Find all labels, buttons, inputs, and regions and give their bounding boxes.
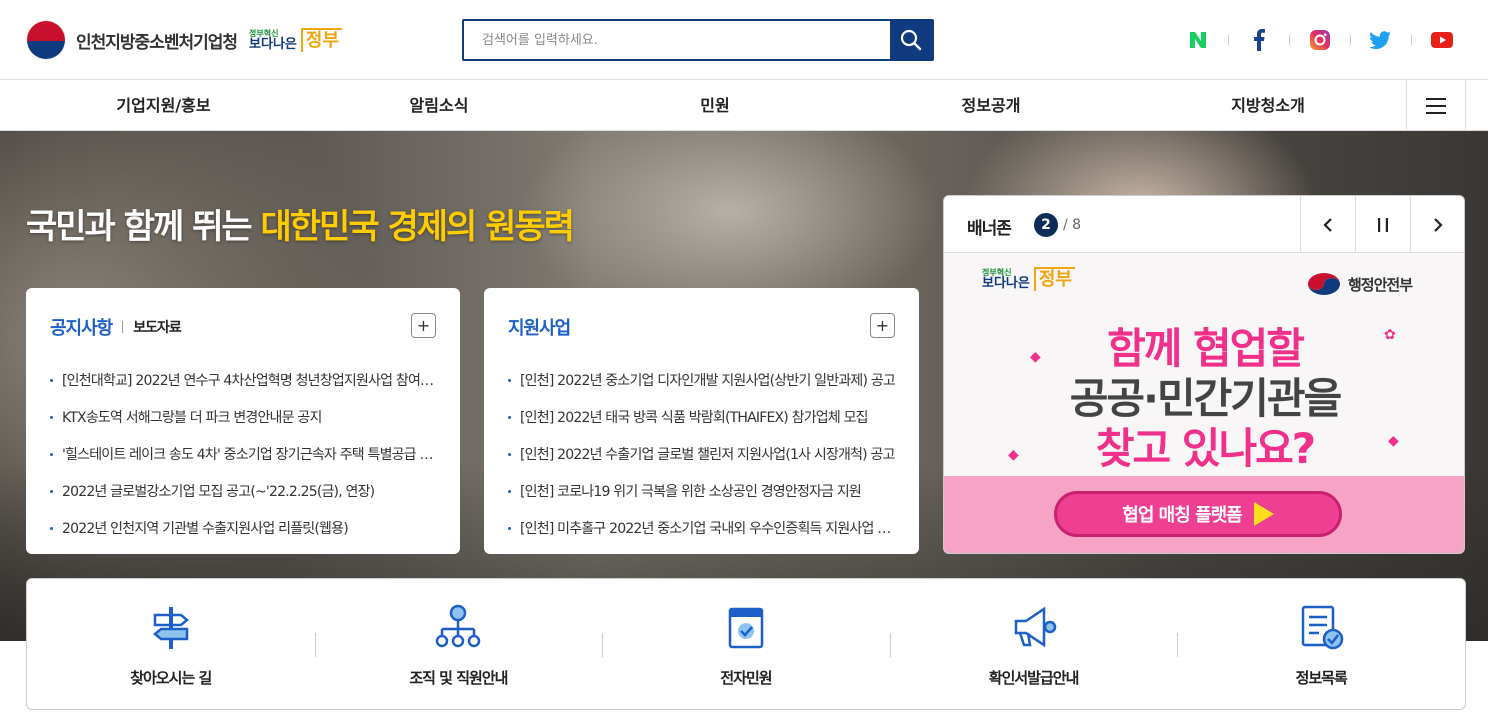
pause-icon bbox=[1378, 217, 1388, 232]
divider bbox=[1411, 35, 1412, 45]
sns-links bbox=[1186, 28, 1454, 52]
hero-title-highlight: 대한민국 경제의 원동력 bbox=[260, 207, 574, 247]
banner-prev-button[interactable] bbox=[1300, 196, 1355, 253]
list-item[interactable]: [인천대학교] 2022년 연수구 4차산업혁명 청년창업지원사업 참여기업 모… bbox=[50, 366, 436, 403]
quick-item-directions[interactable]: 찾아오시는 길 bbox=[27, 579, 315, 709]
banner-zone-title: 배너존 bbox=[967, 219, 1012, 239]
all-menu-button[interactable] bbox=[1406, 80, 1466, 131]
list-item[interactable]: KTX송도역 서해그랑블 더 파크 변경안내문 공지 bbox=[50, 403, 436, 440]
main-navigation: 기업지원/홍보 알림소식 민원 정보공개 지방청소개 bbox=[0, 80, 1488, 131]
nav-item-news[interactable]: 알림소식 bbox=[399, 80, 479, 131]
quick-menu: 찾아오시는 길 조직 및 직원안내 전자민원 확인서발급안내 정보목록 bbox=[26, 578, 1466, 710]
divider bbox=[1289, 35, 1290, 45]
collab-platform-button[interactable]: 협업 매칭 플랫폼 bbox=[1054, 491, 1342, 537]
gov-innovation-plus: 정부 bbox=[300, 28, 343, 52]
list-item[interactable]: [인천] 코로나19 위기 극복을 위한 소상공인 경영안정자금 지원 bbox=[508, 477, 895, 514]
document-check-icon bbox=[722, 603, 770, 651]
twitter-icon[interactable] bbox=[1369, 28, 1393, 52]
nav-item-about[interactable]: 지방청소개 bbox=[1219, 80, 1317, 131]
gov-innovation-badge: 정부혁신 보다나은 bbox=[249, 28, 297, 52]
org-name: 인천지방중소벤처기업청 bbox=[76, 32, 238, 53]
chevron-left-icon bbox=[1323, 217, 1332, 232]
tab-notice[interactable]: 공지사항 bbox=[50, 314, 113, 340]
nav-item-civil-service[interactable]: 민원 bbox=[690, 80, 740, 131]
instagram-icon[interactable] bbox=[1308, 28, 1332, 52]
org-chart-icon bbox=[434, 603, 482, 651]
banner-slide[interactable]: 정부혁신 보다나은 정부 행정안전부 ◆ ✿ ◆ ◆ 함께 협업할 공공·민간기… bbox=[944, 253, 1464, 553]
tab-support-projects[interactable]: 지원사업 bbox=[508, 314, 571, 340]
naver-blog-icon[interactable] bbox=[1186, 28, 1210, 52]
banner-next-button[interactable] bbox=[1410, 196, 1464, 253]
divider bbox=[122, 321, 124, 333]
banner-total: / 8 bbox=[1063, 217, 1082, 233]
nav-item-business-support[interactable]: 기업지원/홍보 bbox=[113, 80, 214, 131]
quick-item-organization[interactable]: 조직 및 직원안내 bbox=[314, 579, 603, 709]
notice-more-button[interactable]: + bbox=[411, 313, 436, 338]
list-item[interactable]: [인천] 2022년 태국 방콕 식품 박람회(THAIFEX) 참가업체 모집 bbox=[508, 403, 895, 440]
megaphone-icon bbox=[1010, 603, 1058, 651]
hero-title: 국민과 함께 뛰는 대한민국 경제의 원동력 bbox=[26, 207, 575, 247]
ministry-logo: 행정안전부 bbox=[1306, 271, 1413, 297]
banner-counter: 2 / 8 bbox=[1034, 213, 1081, 237]
list-item[interactable]: [인천] 2022년 중소기업 디자인개발 지원사업(상반기 일반과제) 공고 bbox=[508, 366, 895, 403]
list-check-icon bbox=[1297, 603, 1345, 651]
search-icon bbox=[900, 29, 922, 51]
search-input[interactable] bbox=[464, 21, 890, 59]
youtube-icon[interactable] bbox=[1430, 28, 1454, 52]
list-item[interactable]: [인천] 미추홀구 2022년 중소기업 국내외 우수인증획득 지원사업 공고 bbox=[508, 514, 895, 551]
list-item[interactable]: 2022년 글로벌강소기업 모집 공고(~'22.2.25(금), 연장) bbox=[50, 477, 436, 514]
taegeuk-emblem-icon bbox=[1308, 273, 1340, 295]
banner-current-index: 2 bbox=[1034, 213, 1058, 237]
support-board: 지원사업 + [인천] 2022년 중소기업 디자인개발 지원사업(상반기 일반… bbox=[484, 288, 919, 554]
search-button[interactable] bbox=[890, 21, 932, 59]
search-box bbox=[462, 19, 934, 61]
notice-board: 공지사항 보도자료 + [인천대학교] 2022년 연수구 4차산업혁명 청년창… bbox=[26, 288, 460, 554]
banner-headline-line3: 찾고 있나요? bbox=[1095, 424, 1316, 473]
tab-press-release[interactable]: 보도자료 bbox=[133, 317, 182, 337]
hamburger-icon bbox=[1426, 97, 1446, 114]
facebook-icon[interactable] bbox=[1247, 28, 1271, 52]
play-icon bbox=[1253, 502, 1274, 526]
banner-pause-button[interactable] bbox=[1355, 196, 1410, 253]
gov-innovation-badge: 정부혁신 보다나은 정부 bbox=[970, 267, 1075, 291]
list-item[interactable]: '힐스테이트 레이크 송도 4차' 중소기업 장기근속자 주택 특별공급 안내 bbox=[50, 440, 436, 477]
banner-zone: 배너존 2 / 8 정부혁신 보다나은 정부 행정안전부 ◆ ✿ ◆ ◆ 함께 … bbox=[943, 195, 1465, 554]
taegeuk-emblem-icon bbox=[26, 20, 66, 60]
chevron-right-icon bbox=[1434, 217, 1443, 232]
divider bbox=[1228, 35, 1229, 45]
support-more-button[interactable]: + bbox=[870, 313, 895, 338]
nav-item-info-disclosure[interactable]: 정보공개 bbox=[951, 80, 1031, 131]
site-header: 인천지방중소벤처기업청 정부혁신 보다나은 정부 bbox=[0, 0, 1488, 80]
list-item[interactable]: 2022년 인천지역 기관별 수출지원사업 리플릿(웹용) bbox=[50, 514, 436, 551]
divider bbox=[1350, 35, 1351, 45]
list-item[interactable]: [인천] 2022년 수출기업 글로벌 챌린저 지원사업(1사 시장개척) 공고 bbox=[508, 440, 895, 477]
quick-item-certificate[interactable]: 확인서발급안내 bbox=[889, 579, 1178, 709]
quick-item-e-civil[interactable]: 전자민원 bbox=[602, 579, 890, 709]
signpost-icon bbox=[147, 603, 195, 651]
quick-item-info-list[interactable]: 정보목록 bbox=[1177, 579, 1465, 709]
site-logo[interactable]: 인천지방중소벤처기업청 정부혁신 보다나은 정부 bbox=[26, 20, 343, 60]
